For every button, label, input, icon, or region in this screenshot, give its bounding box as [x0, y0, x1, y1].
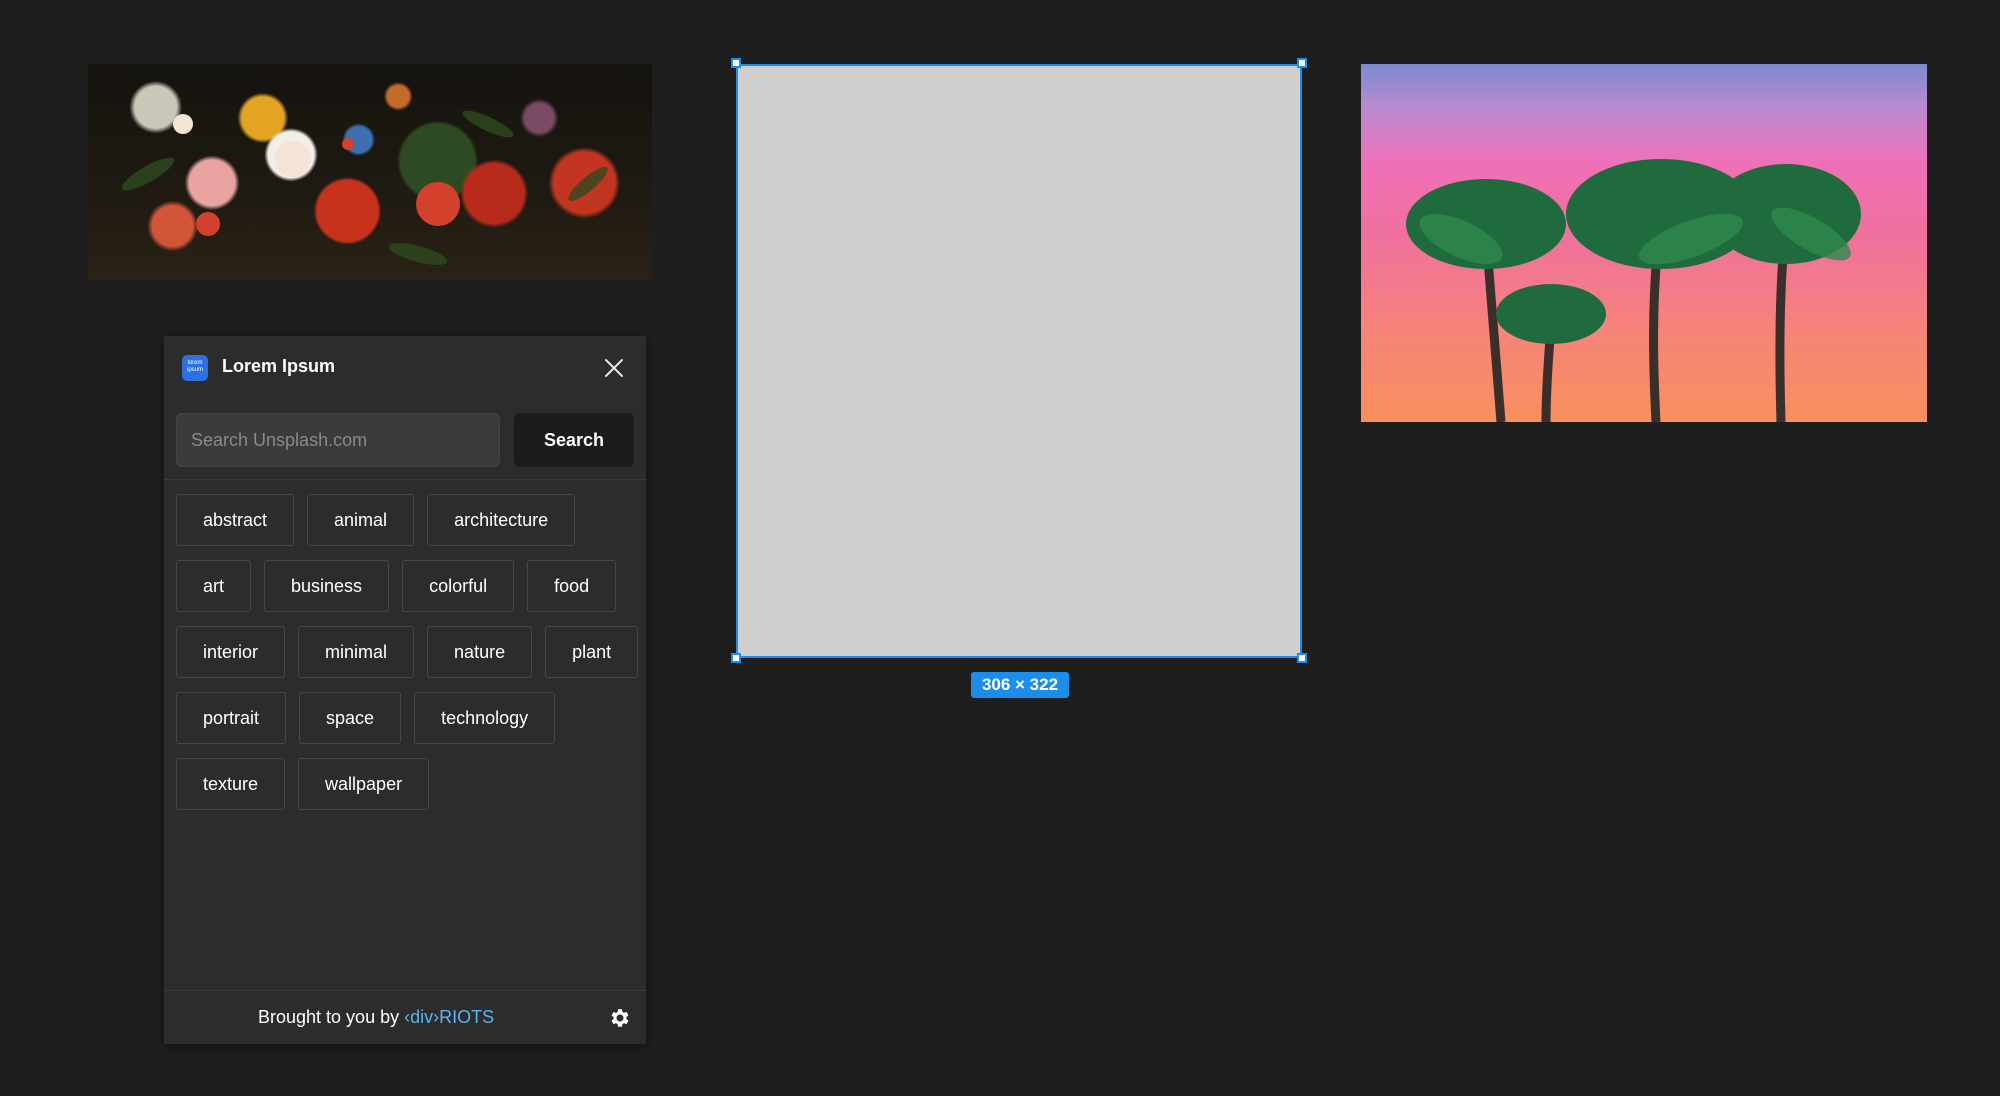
resize-handle-top-right[interactable] — [1297, 58, 1307, 68]
tag-portrait[interactable]: portrait — [176, 692, 287, 744]
search-row: Search — [176, 413, 634, 467]
flowers-artwork — [121, 110, 608, 265]
panel-title: Lorem Ipsum — [222, 356, 336, 376]
panel-header: lorem ipsum Lorem Ipsum — [164, 336, 646, 396]
app-logo: lorem ipsum — [182, 355, 208, 381]
tag-food[interactable]: food — [527, 560, 617, 612]
selected-image-frame[interactable] — [736, 64, 1302, 658]
palm-trees-artwork — [1406, 159, 1861, 422]
tag-art[interactable]: art — [176, 560, 252, 612]
divider — [164, 479, 646, 480]
tag-business[interactable]: business — [264, 560, 390, 612]
tag-minimal[interactable]: minimal — [298, 626, 415, 678]
design-canvas[interactable]: 306 × 322 lorem ipsum Lorem Ipsum Search… — [0, 0, 2000, 1096]
tag-animal[interactable]: animal — [307, 494, 415, 546]
tag-plant[interactable]: plant — [545, 626, 639, 678]
flowers-image[interactable] — [88, 64, 652, 280]
resize-handle-bottom-right[interactable] — [1297, 653, 1307, 663]
search-button[interactable]: Search — [514, 413, 634, 467]
panel-footer: Brought to you by ‹div›RIOTS — [164, 991, 646, 1044]
tag-texture[interactable]: texture — [176, 758, 286, 810]
gear-icon — [611, 1009, 629, 1027]
tag-space[interactable]: space — [299, 692, 402, 744]
search-input[interactable] — [176, 413, 500, 467]
tag-nature[interactable]: nature — [427, 626, 533, 678]
plugin-panel: lorem ipsum Lorem Ipsum Search abstract … — [164, 336, 646, 1044]
credit-link[interactable]: ‹div›RIOTS — [404, 1007, 494, 1027]
tag-architecture[interactable]: architecture — [427, 494, 576, 546]
tag-interior[interactable]: interior — [176, 626, 286, 678]
credit-prefix: Brought to you by — [258, 1007, 405, 1027]
palm-trees-image[interactable] — [1361, 64, 1927, 422]
resize-handle-bottom-left[interactable] — [731, 653, 741, 663]
close-button[interactable] — [600, 354, 628, 382]
close-icon — [605, 359, 623, 377]
settings-button[interactable] — [608, 1006, 632, 1030]
dimensions-badge: 306 × 322 — [971, 672, 1069, 698]
resize-handle-top-left[interactable] — [731, 58, 741, 68]
tag-colorful[interactable]: colorful — [402, 560, 515, 612]
tag-abstract[interactable]: abstract — [176, 494, 295, 546]
tag-technology[interactable]: technology — [414, 692, 556, 744]
tag-wallpaper[interactable]: wallpaper — [298, 758, 430, 810]
tag-list: abstract animal architecture art busines… — [176, 494, 640, 810]
